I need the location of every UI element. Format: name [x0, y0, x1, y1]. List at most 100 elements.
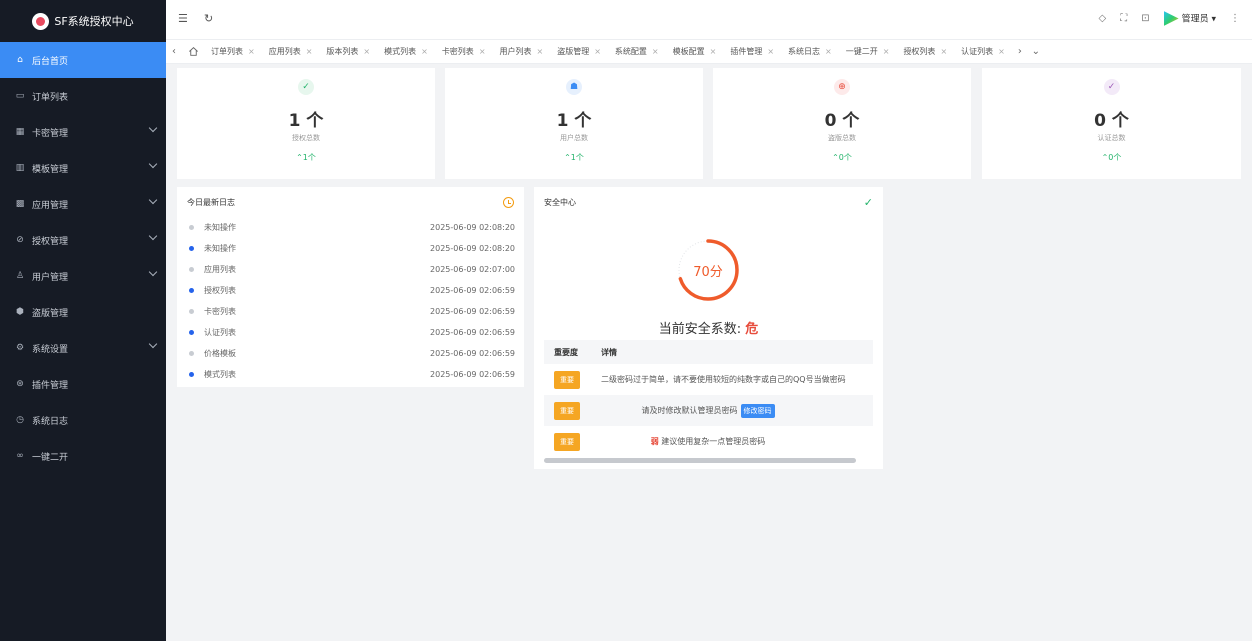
- tab[interactable]: 认证列表 ×: [954, 40, 1012, 64]
- tab[interactable]: 卡密列表 ×: [435, 40, 493, 64]
- list-item: 认证列表 2025-06-09 02:06:59: [177, 322, 524, 343]
- log-name: 授权列表: [204, 286, 236, 295]
- user-icon: ♙: [15, 271, 25, 281]
- log-list: 未知操作 2025-06-09 02:08:20 未知操作 2025-06-09 02…: [177, 217, 524, 385]
- sidebar-item[interactable]: ⚙ 系统设置: [0, 330, 166, 366]
- sidebar-item-label: 插件管理: [32, 380, 69, 391]
- sidebar-item[interactable]: ⬢ 盗版管理: [0, 294, 166, 330]
- stat-label: 用户总数: [560, 134, 588, 142]
- stat-card: ⊕ 0 个盗版总数 ⌃0个: [713, 68, 971, 179]
- close-icon[interactable]: ×: [594, 47, 601, 56]
- tab[interactable]: 授权列表 ×: [896, 40, 954, 64]
- tab[interactable]: 模式列表 ×: [377, 40, 435, 64]
- close-icon[interactable]: ×: [363, 47, 370, 56]
- timeline-dot: [189, 351, 194, 356]
- clock-icon: ◷: [16, 415, 24, 425]
- close-icon[interactable]: ×: [652, 47, 659, 56]
- tab[interactable]: 系统日志 ×: [781, 40, 839, 64]
- sidebar-item[interactable]: ⊘ 授权管理: [0, 222, 166, 258]
- template-icon: ▥: [15, 163, 25, 173]
- sidebar-item[interactable]: ♙ 用户管理: [0, 258, 166, 294]
- close-icon[interactable]: ×: [479, 47, 486, 56]
- sidebar-item-label: 一键二开: [32, 452, 69, 463]
- tabs-dropdown-icon[interactable]: ⌄: [1028, 46, 1044, 57]
- chevron-down-icon: [148, 195, 158, 205]
- refresh-icon[interactable]: ↻: [204, 12, 213, 25]
- horizontal-scrollbar[interactable]: [544, 458, 856, 463]
- close-icon[interactable]: ×: [710, 47, 717, 56]
- row-detail: 二级密码过于简单，请不要使用较短的纯数字或自己的QQ号当做密码: [601, 375, 846, 384]
- check-icon: ✓: [863, 195, 873, 209]
- stat-label: 盗版总数: [828, 134, 856, 142]
- close-icon[interactable]: ×: [306, 47, 313, 56]
- tab-label: 认证列表: [961, 47, 994, 56]
- list-item: 价格模板 2025-06-09 02:06:59: [177, 343, 524, 364]
- app-logo[interactable]: SF系统授权中心: [0, 0, 166, 42]
- top-bar: ☰ ↻ ◇ ⛶ ⊡ 管理员 ▾ ⋮: [166, 0, 1252, 40]
- close-icon[interactable]: ×: [537, 47, 544, 56]
- tab[interactable]: 系统配置 ×: [608, 40, 666, 64]
- log-time: 2025-06-09 02:06:59: [430, 370, 515, 379]
- security-card: 安全中心 ✓ 70分 当前安全系数: 危 重要度 详情 重要 二级密码过于简单，…: [534, 187, 883, 469]
- close-icon[interactable]: ×: [825, 47, 832, 56]
- sidebar-item[interactable]: ◷ 系统日志: [0, 402, 166, 438]
- tab-home[interactable]: [182, 40, 204, 64]
- importance-badge: 重要: [554, 432, 580, 451]
- tab[interactable]: 订单列表 ×: [204, 40, 262, 64]
- tab[interactable]: 模板配置 ×: [666, 40, 724, 64]
- avatar: [1163, 11, 1179, 26]
- stat-label: 授权总数: [292, 134, 320, 142]
- close-icon[interactable]: ×: [883, 47, 890, 56]
- sidebar-item-label: 订单列表: [32, 92, 69, 103]
- close-icon[interactable]: ×: [767, 47, 774, 56]
- security-level-line: 当前安全系数: 危: [534, 318, 883, 337]
- fullscreen-icon[interactable]: ⛶: [1120, 13, 1127, 24]
- sidebar-item[interactable]: ⊛ 插件管理: [0, 366, 166, 402]
- more-icon[interactable]: ⋮: [1230, 13, 1240, 24]
- tabs-prev-icon[interactable]: ‹: [166, 46, 182, 57]
- row-detail-text: 建议使用复杂一点管理员密码: [661, 437, 766, 446]
- header-actions: ◇ ⛶ ⊡ 管理员 ▾ ⋮: [1099, 11, 1240, 26]
- list-item: 应用列表 2025-06-09 02:07:00: [177, 259, 524, 280]
- tag-icon[interactable]: ◇: [1099, 13, 1107, 24]
- security-score: 70分: [693, 264, 723, 280]
- tab-label: 授权列表: [903, 47, 936, 56]
- stat-trend-value: 1个: [302, 153, 316, 162]
- tabs-next-icon[interactable]: ›: [1012, 46, 1028, 57]
- tab[interactable]: 插件管理 ×: [723, 40, 781, 64]
- sidebar-item[interactable]: ▦ 卡密管理: [0, 114, 166, 150]
- col-detail: 详情: [601, 347, 617, 357]
- importance-badge: 重要: [554, 370, 580, 389]
- security-table-header: 重要度 详情: [544, 340, 873, 364]
- user-menu[interactable]: 管理员 ▾: [1163, 11, 1216, 26]
- row-detail: 弱 建议使用复杂一点管理员密码: [601, 436, 873, 447]
- trend-up-icon: ⌃: [296, 153, 303, 162]
- log-time: 2025-06-09 02:06:59: [430, 307, 515, 316]
- lock-icon[interactable]: ⊡: [1141, 13, 1149, 24]
- sidebar-item[interactable]: ▥ 模板管理: [0, 150, 166, 186]
- tab[interactable]: 用户列表 ×: [493, 40, 551, 64]
- tab[interactable]: 应用列表 ×: [262, 40, 320, 64]
- close-icon[interactable]: ×: [940, 47, 947, 56]
- sidebar-item[interactable]: ▭ 订单列表: [0, 78, 166, 114]
- sidebar-item[interactable]: ▩ 应用管理: [0, 186, 166, 222]
- tab-label: 卡密列表: [441, 47, 474, 56]
- change-password-button[interactable]: 修改密码: [740, 403, 775, 418]
- log-time: 2025-06-09 02:06:59: [430, 286, 515, 295]
- stat-card: ☗ 1 个用户总数 ⌃1个: [445, 68, 703, 179]
- tab[interactable]: 版本列表 ×: [319, 40, 377, 64]
- tab-label: 一键二开: [845, 47, 878, 56]
- sidebar-item[interactable]: ∞ 一键二开: [0, 438, 166, 474]
- log-name: 未知操作: [204, 223, 236, 232]
- close-icon[interactable]: ×: [998, 47, 1005, 56]
- close-icon[interactable]: ×: [248, 47, 255, 56]
- security-table: 重要度 详情 重要 二级密码过于简单，请不要使用较短的纯数字或自己的QQ号当做密…: [544, 340, 873, 457]
- table-row: 重要 弱 建议使用复杂一点管理员密码: [544, 426, 873, 457]
- sidebar-item-label: 后台首页: [32, 56, 69, 67]
- menu-fold-icon[interactable]: ☰: [178, 12, 188, 25]
- sidebar-item[interactable]: ⌂ 后台首页: [0, 42, 166, 78]
- tab[interactable]: 盗版管理 ×: [550, 40, 608, 64]
- tab-label: 应用列表: [268, 47, 301, 56]
- tab[interactable]: 一键二开 ×: [839, 40, 897, 64]
- close-icon[interactable]: ×: [421, 47, 428, 56]
